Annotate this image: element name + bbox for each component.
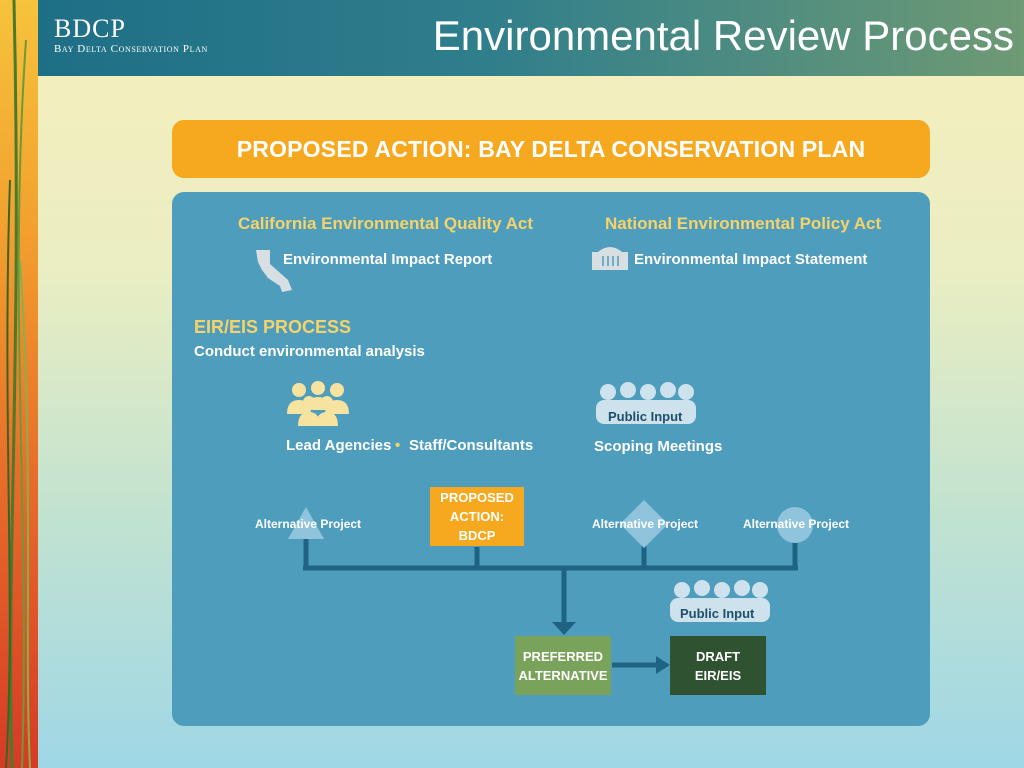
capitol-building-icon — [592, 247, 628, 270]
process-panel: California Environmental Quality Act Env… — [172, 192, 930, 726]
public-input-label-2: Public Input — [680, 606, 755, 621]
alternative-project-1: Alternative Project — [255, 517, 362, 531]
staff-consultants-label: Staff/Consultants — [409, 437, 534, 454]
logo-title: BDCP — [54, 14, 126, 43]
ceqa-document: Environmental Impact Report — [283, 251, 493, 268]
grass-decoration — [5, 0, 31, 768]
process-subheading: Conduct environmental analysis — [194, 343, 425, 360]
preferred-alternative-box: PREFERRED ALTERNATIVE — [515, 636, 611, 695]
lead-agencies-label: Lead Agencies — [286, 437, 392, 454]
draft-line1: DRAFT — [695, 648, 741, 664]
public-input-label-1: Public Input — [608, 409, 683, 424]
proposed-action-box: PROPOSED ACTION: BDCP — [430, 487, 524, 546]
preferred-line2: ALTERNATIVE — [518, 667, 608, 683]
decorative-side-strip — [0, 0, 38, 768]
logo-subtitle: Bay Delta Conservation Plan — [54, 43, 208, 55]
proposed-action-line2: ACTION: BDCP — [449, 509, 505, 543]
nepa-heading: National Environmental Policy Act — [605, 214, 882, 233]
slide-title: Environmental Review Process — [432, 12, 1014, 59]
ceqa-heading: California Environmental Quality Act — [238, 214, 534, 233]
separator-dot: • — [395, 437, 401, 454]
process-heading: EIR/EIS PROCESS — [194, 317, 352, 337]
alternative-project-3: Alternative Project — [743, 517, 850, 531]
proposed-action-line1: PROPOSED — [440, 490, 514, 505]
draft-eir-eis-box: DRAFT EIR/EIS — [670, 636, 766, 695]
scoping-meetings-label: Scoping Meetings — [594, 438, 723, 455]
people-group-icon — [287, 381, 349, 426]
draft-line2: EIR/EIS — [694, 667, 742, 683]
preferred-line1: PREFERRED — [522, 648, 604, 664]
alternative-project-2: Alternative Project — [592, 517, 699, 531]
nepa-document: Environmental Impact Statement — [634, 251, 868, 268]
proposed-action-banner: PROPOSED ACTION: BAY DELTA CONSERVATION … — [172, 120, 930, 178]
